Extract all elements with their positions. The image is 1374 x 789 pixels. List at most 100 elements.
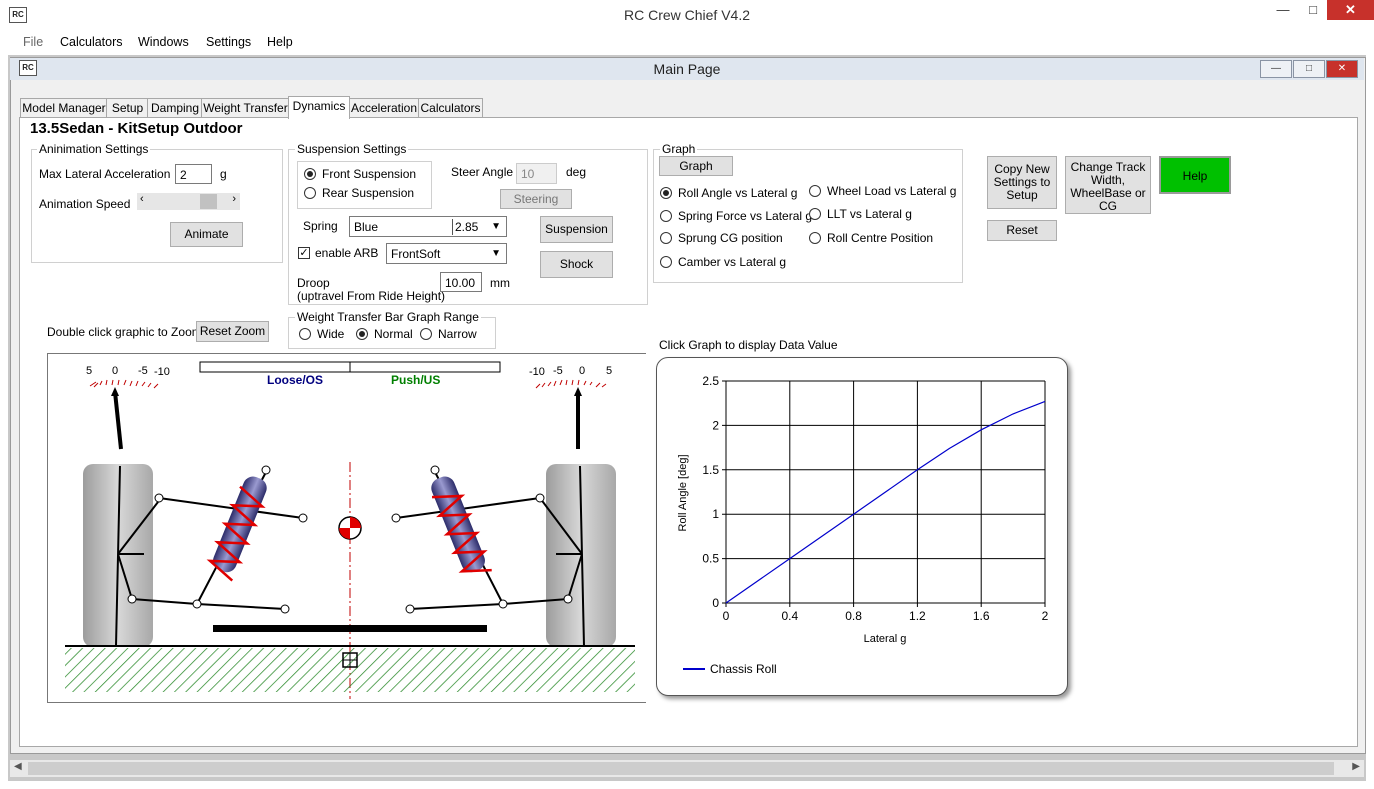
tab-dynamics[interactable]: Dynamics xyxy=(288,96,350,119)
shock-button[interactable]: Shock xyxy=(540,251,613,278)
app-title: RC Crew Chief V4.2 xyxy=(623,7,751,23)
suspension-legend: Suspension Settings xyxy=(295,142,409,156)
roll-angle-radio[interactable] xyxy=(660,187,672,199)
animate-button[interactable]: Animate xyxy=(170,222,243,247)
right-camber-gauge: -10 -5 0 5 xyxy=(529,365,612,449)
svg-text:-5: -5 xyxy=(553,365,563,377)
setup-title: 13.5Sedan - KitSetup Outdoor xyxy=(30,120,243,137)
max-lateral-input[interactable]: 2 xyxy=(175,164,212,184)
graph-hint: Click Graph to display Data Value xyxy=(659,338,838,352)
y-tick-label: 1.5 xyxy=(702,463,719,477)
roll-centre-radio[interactable] xyxy=(809,232,821,244)
droop-label: Droop xyxy=(297,276,330,290)
tab-calculators[interactable]: Calculators xyxy=(418,98,483,118)
max-lateral-label: Max Lateral Acceleration xyxy=(39,167,171,181)
spring-force-option: Spring Force vs Lateral g xyxy=(678,209,813,223)
narrow-label: Narrow xyxy=(438,327,477,341)
left-camber-gauge: 5 0 -5 -10 xyxy=(86,365,170,450)
tab-damping[interactable]: Damping xyxy=(147,98,203,118)
y-tick-label: 2.5 xyxy=(702,374,719,388)
spring-label: Spring xyxy=(303,219,338,233)
narrow-radio[interactable] xyxy=(420,328,432,340)
menu-calculators[interactable]: Calculators xyxy=(60,35,123,49)
arb-value: FrontSoft xyxy=(391,247,441,261)
help-button[interactable]: Help xyxy=(1159,156,1231,194)
normal-radio[interactable] xyxy=(356,328,368,340)
sprung-cg-radio[interactable] xyxy=(660,232,672,244)
y-axis-label: Roll Angle [deg] xyxy=(677,454,689,531)
front-suspension-radio[interactable] xyxy=(304,168,316,180)
spring-name: Blue xyxy=(354,220,379,234)
scroll-right-icon[interactable]: › xyxy=(232,193,236,205)
scroll-left-icon[interactable]: ◀ xyxy=(14,761,22,772)
tab-model-manager[interactable]: Model Manager xyxy=(20,98,108,118)
steer-unit: deg xyxy=(566,165,587,179)
suspension-button[interactable]: Suspension xyxy=(540,216,613,243)
spring-rate: 2.85 xyxy=(452,219,478,235)
roll-angle-option: Roll Angle vs Lateral g xyxy=(678,186,798,200)
animation-speed-scrollbar[interactable]: ‹ › xyxy=(137,193,240,210)
copy-new-settings-button[interactable]: Copy New Settings to Setup xyxy=(987,156,1057,209)
chevron-down-icon: ▼ xyxy=(491,221,501,232)
child-close-icon[interactable]: ✕ xyxy=(1326,60,1358,78)
child-minimize-icon[interactable]: — xyxy=(1260,60,1292,78)
maximize-icon[interactable]: □ xyxy=(1299,0,1327,20)
y-tick-label: 0 xyxy=(712,596,719,610)
reset-button[interactable]: Reset xyxy=(987,220,1057,241)
y-tick-label: 1 xyxy=(712,507,719,521)
scroll-right-icon[interactable]: ▶ xyxy=(1352,761,1360,772)
wheel-load-radio[interactable] xyxy=(809,185,821,197)
cg-marker xyxy=(338,516,362,540)
chevron-down-icon: ▼ xyxy=(491,248,501,259)
animation-speed-label: Animation Speed xyxy=(39,197,131,211)
svg-text:-10: -10 xyxy=(529,366,545,378)
left-shock xyxy=(206,476,267,582)
graph-button[interactable]: Graph xyxy=(659,156,733,176)
menu-help[interactable]: Help xyxy=(267,35,293,49)
x-tick-label: 0.8 xyxy=(845,609,862,623)
wide-radio[interactable] xyxy=(299,328,311,340)
graph-legend: Graph xyxy=(660,142,698,156)
animation-legend: Aninimation Settings xyxy=(37,142,151,156)
speed-thumb[interactable] xyxy=(200,194,218,209)
reset-zoom-button[interactable]: Reset Zoom xyxy=(196,321,269,342)
svg-text:0: 0 xyxy=(579,365,585,377)
spring-force-radio[interactable] xyxy=(660,210,672,222)
scroll-thumb[interactable] xyxy=(28,762,1334,775)
llt-radio[interactable] xyxy=(809,208,821,220)
wide-label: Wide xyxy=(317,327,345,341)
horizontal-scrollbar[interactable]: ◀ ▶ xyxy=(10,760,1364,777)
change-track-button[interactable]: Change Track Width, WheelBase or CG xyxy=(1065,156,1151,214)
menu-file[interactable]: File xyxy=(23,35,43,49)
roll-centre-option: Roll Centre Position xyxy=(827,231,934,245)
arb-checkbox[interactable]: ✓ xyxy=(298,247,310,259)
suspension-diagram[interactable]: Loose/OS Push/US 5 0 -5 -10 -10 -5 0 5 xyxy=(47,353,646,703)
sprung-cg-option: Sprung CG position xyxy=(678,231,783,245)
series-line-chassis-roll xyxy=(725,400,1046,604)
right-shock xyxy=(431,476,492,573)
menu-settings[interactable]: Settings xyxy=(206,35,251,49)
wheel-load-option: Wheel Load vs Lateral g xyxy=(827,184,957,198)
x-tick-label: 1.2 xyxy=(909,609,926,623)
scroll-left-icon[interactable]: ‹ xyxy=(140,193,144,205)
legend-label: Chassis Roll xyxy=(710,662,777,676)
arb-select[interactable]: FrontSoft ▼ xyxy=(386,243,507,264)
spring-select[interactable]: Blue 2.85 ▼ xyxy=(349,216,507,237)
tab-setup[interactable]: Setup xyxy=(106,98,149,118)
svg-text:-5: -5 xyxy=(138,365,148,377)
close-icon[interactable]: ✕ xyxy=(1327,0,1374,20)
steering-button[interactable]: Steering xyxy=(500,189,572,209)
arb-label: enable ARB xyxy=(315,246,379,260)
x-tick-label: 0.4 xyxy=(781,609,798,623)
roll-angle-chart[interactable]: 0 0.4 0.8 1.2 1.6 2 0 0.5 1 1.5 2 2.5 Lateral g Rol… xyxy=(656,357,1068,696)
steer-angle-input[interactable]: 10 xyxy=(516,163,557,184)
minimize-icon[interactable]: — xyxy=(1267,0,1299,20)
menu-windows[interactable]: Windows xyxy=(138,35,189,49)
child-maximize-icon[interactable]: □ xyxy=(1293,60,1325,78)
tab-weight-transfer[interactable]: Weight Transfer xyxy=(201,98,290,118)
tab-acceleration[interactable]: Acceleration xyxy=(348,98,420,118)
rear-suspension-radio[interactable] xyxy=(304,187,316,199)
camber-radio[interactable] xyxy=(660,256,672,268)
x-axis-label: Lateral g xyxy=(864,633,907,645)
droop-input[interactable]: 10.00 xyxy=(440,272,482,292)
